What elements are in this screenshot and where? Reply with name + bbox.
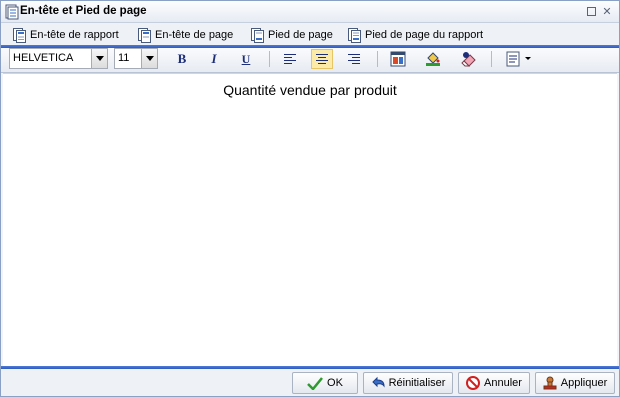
maximize-button[interactable] (585, 6, 597, 18)
title-bar[interactable]: En-tête et Pied de page ✕ (1, 1, 619, 23)
italic-button[interactable]: I (203, 49, 225, 69)
align-right-icon (348, 54, 360, 64)
page-footer-icon (251, 28, 264, 43)
toolbar-separator (377, 51, 378, 67)
tab-label: En-tête de rapport (30, 29, 119, 41)
eraser-button[interactable] (458, 49, 480, 69)
insert-field-dropdown[interactable] (501, 49, 537, 69)
page-header-icon (138, 28, 151, 43)
tab-page-footer[interactable]: Pied de page (251, 26, 333, 44)
undo-arrow-icon (371, 376, 385, 388)
text-editor[interactable]: Quantité vendue par produit (3, 73, 617, 366)
ok-label: OK (327, 377, 343, 389)
bold-button[interactable]: B (171, 49, 193, 69)
apply-button[interactable]: Appliquer (535, 372, 615, 394)
font-size-select[interactable]: 11 (114, 48, 158, 69)
underline-icon: U (241, 51, 251, 66)
tab-report-footer[interactable]: Pied de page du rapport (348, 26, 483, 44)
fill-color-button[interactable] (422, 49, 444, 69)
text-color-button[interactable] (387, 49, 409, 69)
italic-icon: I (211, 51, 217, 66)
dialog-title: En-tête et Pied de page (20, 5, 147, 17)
paint-bucket-icon (426, 52, 440, 66)
stamp-icon (543, 376, 557, 390)
tab-label: En-tête de page (155, 29, 234, 41)
eraser-icon (461, 52, 476, 67)
align-center-icon (316, 54, 328, 64)
report-footer-icon (348, 28, 361, 43)
tab-label: Pied de page du rapport (365, 29, 484, 41)
tab-strip: En-tête de rapport En-tête de page Pied … (1, 23, 619, 46)
dialog-footer: OK Réinitialiser Annuler Appliquer (1, 369, 619, 396)
align-right-button[interactable] (343, 49, 365, 69)
font-family-value: HELVETICA (13, 52, 74, 64)
tab-label: Pied de page (268, 29, 333, 41)
cancel-button[interactable]: Annuler (458, 372, 530, 394)
cancel-label: Annuler (484, 377, 522, 389)
toolbar-separator (269, 51, 270, 67)
checkmark-icon (307, 377, 324, 390)
tab-report-header[interactable]: En-tête de rapport (13, 26, 119, 44)
close-button[interactable]: ✕ (601, 6, 613, 18)
chevron-down-icon[interactable] (141, 49, 157, 68)
align-left-icon (284, 54, 296, 64)
font-size-value: 11 (118, 52, 130, 64)
editor-content[interactable]: Quantité vendue par produit (3, 82, 617, 98)
format-toolbar: HELVETICA 11 B I U (1, 48, 619, 73)
align-left-button[interactable] (279, 49, 301, 69)
close-icon: ✕ (602, 6, 612, 18)
reset-button[interactable]: Réinitialiser (363, 372, 453, 394)
chevron-down-icon (525, 57, 531, 60)
chevron-down-icon[interactable] (91, 49, 107, 68)
toolbar-separator (491, 51, 492, 67)
maximize-icon (586, 7, 596, 16)
align-center-button[interactable] (311, 49, 333, 69)
insert-field-icon (506, 51, 520, 67)
report-header-icon (13, 28, 26, 43)
document-icon (5, 4, 19, 20)
header-footer-dialog: En-tête et Pied de page ✕ En-tête de rap… (0, 0, 620, 397)
bold-icon: B (177, 51, 187, 66)
text-color-icon (390, 51, 406, 67)
reset-label: Réinitialiser (388, 377, 446, 389)
apply-label: Appliquer (560, 377, 608, 389)
underline-button[interactable]: U (235, 49, 257, 69)
cancel-icon (466, 376, 481, 390)
ok-button[interactable]: OK (292, 372, 358, 394)
tab-page-header[interactable]: En-tête de page (138, 26, 233, 44)
font-family-select[interactable]: HELVETICA (9, 48, 108, 69)
